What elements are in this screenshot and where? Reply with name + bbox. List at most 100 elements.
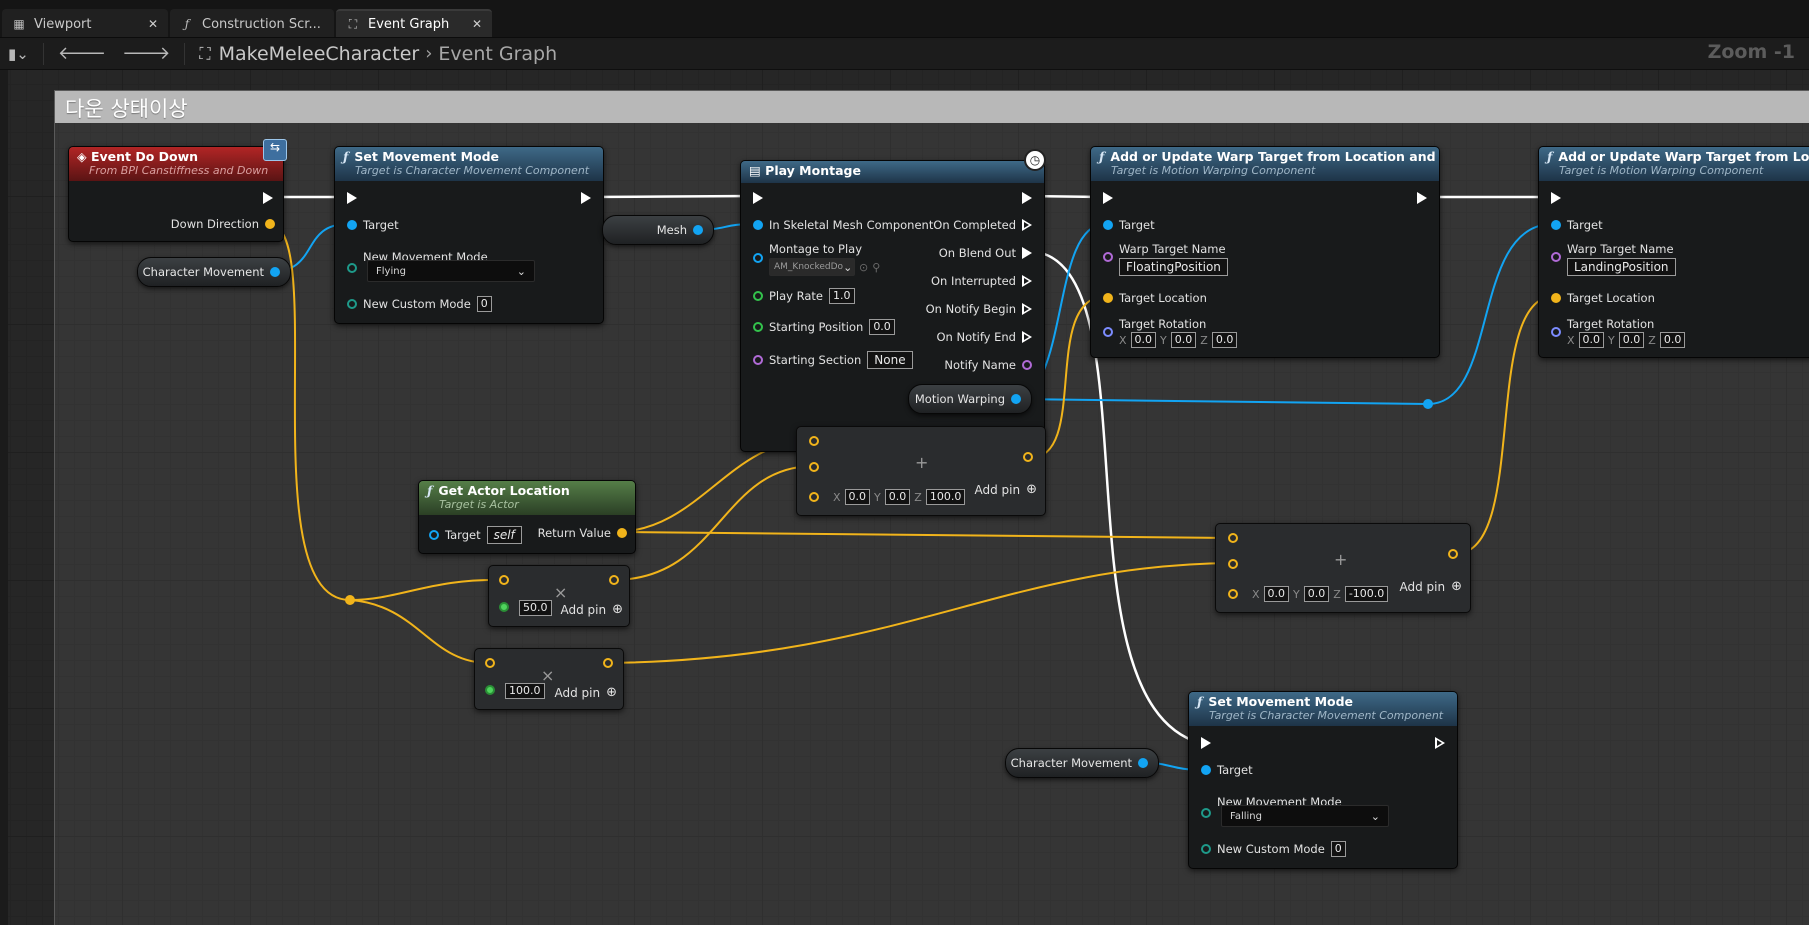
rotation-y-input[interactable]: 0.0 bbox=[1170, 332, 1197, 348]
pin-return-value[interactable]: Return Value bbox=[538, 526, 627, 540]
exec-out-pin[interactable] bbox=[263, 192, 273, 204]
exec-out-pin[interactable] bbox=[1417, 192, 1427, 204]
exec-out-pin[interactable] bbox=[1435, 737, 1445, 749]
target-self-input[interactable]: self bbox=[486, 526, 522, 544]
pin-on-notify-end[interactable]: On Notify End bbox=[936, 330, 1032, 344]
float-pin-icon[interactable] bbox=[485, 685, 495, 695]
pin-target[interactable]: Target bbox=[1103, 218, 1155, 232]
object-pin-icon[interactable] bbox=[1138, 758, 1148, 768]
forward-arrow-icon[interactable]: 🡒 bbox=[114, 43, 178, 64]
movement-mode-dropdown[interactable]: Flying ⌄ bbox=[367, 260, 535, 282]
pin-new-custom-mode[interactable]: New Custom Mode 0 bbox=[1201, 841, 1346, 857]
vector-add-node[interactable]: + X 0.0 Y 0.0 Z 100.0 Add pin ⊕ bbox=[796, 426, 1046, 516]
comment-title[interactable]: 다운 상태이상 bbox=[55, 91, 1809, 123]
add-update-warp-target-node-2[interactable]: ƒAdd or Update Warp Target from Location… bbox=[1538, 146, 1809, 358]
add-pin-button[interactable]: Add pin ⊕ bbox=[560, 602, 623, 617]
vector-pin-icon[interactable] bbox=[1448, 549, 1458, 559]
pin-skeletal-mesh[interactable]: In Skeletal Mesh Component bbox=[753, 218, 933, 232]
pin-starting-section[interactable]: Starting Section None bbox=[753, 351, 913, 369]
tab-construction-script[interactable]: ƒ Construction Scr... bbox=[170, 9, 334, 37]
pin-notify-name[interactable]: Notify Name bbox=[944, 358, 1032, 372]
pin-on-notify-begin[interactable]: On Notify Begin bbox=[926, 302, 1032, 316]
exec-in-pin[interactable] bbox=[753, 192, 763, 204]
warp-target-name-input[interactable]: FloatingPosition bbox=[1119, 258, 1228, 276]
exec-in-pin[interactable] bbox=[1103, 192, 1113, 204]
pin-target-location[interactable]: Target Location bbox=[1551, 291, 1655, 305]
pin-on-interrupted[interactable]: On Interrupted bbox=[931, 274, 1032, 288]
set-movement-mode-node[interactable]: ƒ Set Movement Mode Target is Character M… bbox=[334, 146, 604, 324]
pin-target-rotation[interactable]: Target Rotation X 0.0 Y 0.0 Z 0.0 bbox=[1103, 317, 1238, 348]
montage-dropdown[interactable]: AM_KnockedDo ⌄ bbox=[769, 258, 855, 276]
pin-target[interactable]: Target self bbox=[429, 526, 522, 544]
object-pin-icon[interactable] bbox=[270, 267, 280, 277]
z-input[interactable]: 100.0 bbox=[925, 489, 966, 505]
vector-pin-icon[interactable] bbox=[1228, 589, 1238, 599]
breadcrumb-blueprint[interactable]: MakeMeleeCharacter bbox=[219, 43, 420, 65]
vector-pin-icon[interactable] bbox=[1228, 533, 1238, 543]
vector-add-node-2[interactable]: + X 0.0 Y 0.0 Z -100.0 Add pin ⊕ bbox=[1215, 523, 1471, 613]
vector-pin-icon[interactable] bbox=[609, 575, 619, 585]
tab-viewport[interactable]: ▦ Viewport ✕ bbox=[2, 9, 168, 37]
vector-multiply-node-2[interactable]: × 100.0 Add pin ⊕ bbox=[474, 648, 624, 710]
vector-pin-icon[interactable] bbox=[1023, 452, 1033, 462]
back-arrow-icon[interactable]: 🡐 bbox=[50, 43, 114, 64]
close-icon[interactable]: ✕ bbox=[472, 17, 482, 31]
exec-in-pin[interactable] bbox=[347, 192, 357, 204]
set-movement-mode-node-2[interactable]: ƒ Set Movement Mode Target is Character M… bbox=[1188, 691, 1458, 869]
vector-pin-icon[interactable] bbox=[485, 658, 495, 668]
pin-starting-position[interactable]: Starting Position 0.0 bbox=[753, 319, 895, 335]
custom-mode-input[interactable]: 0 bbox=[1330, 841, 1346, 857]
add-pin-button[interactable]: Add pin ⊕ bbox=[974, 482, 1037, 497]
vector-multiply-node[interactable]: × 50.0 Add pin ⊕ bbox=[488, 565, 630, 627]
montage-picker[interactable]: AM_KnockedDo ⌄ ⊙ ⚲ bbox=[769, 258, 880, 276]
float-pin-icon[interactable] bbox=[499, 602, 509, 612]
warp-target-name-input[interactable]: LandingPosition bbox=[1567, 258, 1676, 276]
pin-new-custom-mode[interactable]: New Custom Mode 0 bbox=[347, 296, 492, 312]
starting-position-input[interactable]: 0.0 bbox=[869, 319, 895, 335]
vector-pin-icon[interactable] bbox=[809, 436, 819, 446]
object-pin-icon[interactable] bbox=[1011, 394, 1021, 404]
add-pin-button[interactable]: Add pin ⊕ bbox=[1399, 579, 1462, 594]
pin-play-rate[interactable]: Play Rate 1.0 bbox=[753, 288, 855, 304]
breadcrumb-graph[interactable]: Event Graph bbox=[438, 43, 557, 65]
pin-on-completed[interactable]: On Completed bbox=[933, 218, 1032, 232]
bookmark-icon[interactable]: ▮⌄ bbox=[0, 45, 37, 63]
rotation-z-input[interactable]: 0.0 bbox=[1211, 332, 1238, 348]
play-rate-input[interactable]: 1.0 bbox=[829, 288, 855, 304]
get-actor-location-node[interactable]: ƒ Get Actor Location Target is Actor Targ… bbox=[418, 480, 636, 554]
mesh-variable[interactable]: Mesh bbox=[602, 215, 714, 245]
event-do-down-node[interactable]: ◈ Event Do Down From BPI Canstiffness an… bbox=[68, 139, 287, 242]
pin-target[interactable]: Target bbox=[347, 218, 399, 232]
multiplier-input[interactable]: 50.0 bbox=[519, 600, 552, 616]
vector-pin-icon[interactable] bbox=[499, 575, 509, 585]
exec-out-pin[interactable] bbox=[581, 192, 591, 204]
event-graph-canvas[interactable]: 다운 상태이상 ◈ Event Do Down From BPI Canstif… bbox=[0, 70, 1809, 925]
vector-pin-icon[interactable] bbox=[603, 658, 613, 668]
motion-warping-variable[interactable]: Motion Warping bbox=[908, 384, 1032, 414]
object-pin-icon[interactable] bbox=[693, 225, 703, 235]
pin-down-direction[interactable]: Down Direction bbox=[171, 217, 275, 231]
pin-target[interactable]: Target bbox=[1201, 763, 1253, 777]
close-icon[interactable]: ✕ bbox=[148, 17, 158, 31]
exec-in-pin[interactable] bbox=[1201, 737, 1211, 749]
character-movement-variable[interactable]: Character Movement bbox=[137, 257, 291, 287]
search-icon[interactable]: ⚲ bbox=[872, 261, 880, 274]
pin-on-blend-out[interactable]: On Blend Out bbox=[939, 246, 1032, 260]
browse-arrow-icon[interactable]: ⊙ bbox=[859, 261, 868, 274]
pin-target-rotation[interactable]: Target Rotation X 0.0 Y 0.0 Z 0.0 bbox=[1551, 317, 1686, 348]
exec-in-pin[interactable] bbox=[1551, 192, 1561, 204]
add-update-warp-target-node[interactable]: ƒ Add or Update Warp Target from Location… bbox=[1090, 146, 1440, 358]
y-input[interactable]: 0.0 bbox=[1303, 586, 1330, 602]
tab-event-graph[interactable]: ⛶ Event Graph ✕ bbox=[336, 9, 492, 37]
rotation-x-input[interactable]: 0.0 bbox=[1578, 332, 1605, 348]
vector-pin-icon[interactable] bbox=[809, 462, 819, 472]
rotation-z-input[interactable]: 0.0 bbox=[1659, 332, 1686, 348]
vector-pin-icon[interactable] bbox=[809, 492, 819, 502]
x-input[interactable]: 0.0 bbox=[844, 489, 871, 505]
multiplier-input[interactable]: 100.0 bbox=[505, 683, 545, 699]
movement-mode-dropdown[interactable]: Falling ⌄ bbox=[1221, 805, 1389, 827]
exec-out-pin[interactable] bbox=[1022, 192, 1032, 204]
starting-section-input[interactable]: None bbox=[867, 351, 913, 369]
x-input[interactable]: 0.0 bbox=[1263, 586, 1290, 602]
pin-target[interactable]: Target bbox=[1551, 218, 1603, 232]
